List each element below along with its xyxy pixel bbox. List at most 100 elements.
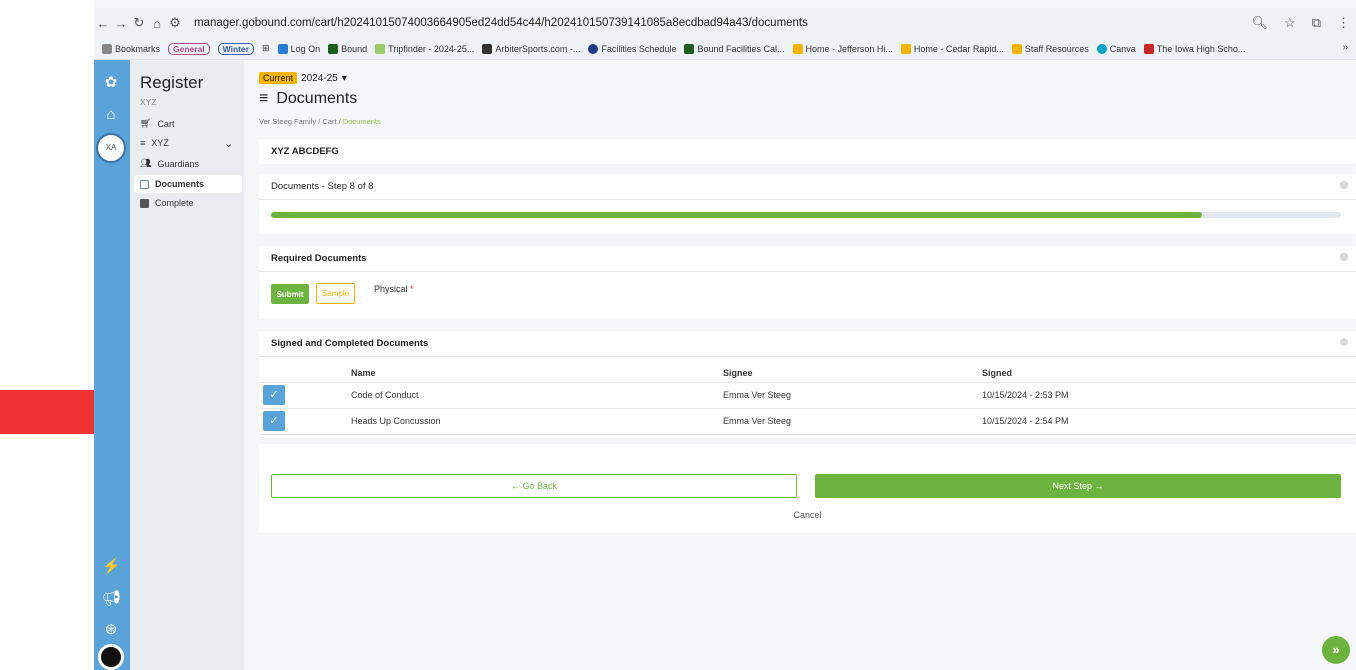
- cart-icon: 🛒︎: [140, 118, 152, 128]
- folder-icon: [102, 43, 112, 54]
- cancel-link[interactable]: Cancel: [259, 510, 1356, 520]
- document-name: Heads Up Concussion: [351, 408, 723, 435]
- bookmark-bound-facilities[interactable]: Bound Facilities Cal...: [684, 43, 785, 54]
- bookmarks-bar: Bookmarks General Winter ⊞ Log On Bound …: [94, 38, 1356, 60]
- sidebar-item-cart[interactable]: 🛒︎ Cart: [140, 118, 174, 129]
- participant-card: XYZ ABCDEFG: [259, 139, 1356, 164]
- sidebar-item-guardians[interactable]: 👥︎ Guardians: [140, 158, 199, 169]
- breadcrumb-cart[interactable]: Cart: [322, 117, 336, 126]
- next-step-button[interactable]: Next Step →: [815, 474, 1341, 498]
- go-back-button[interactable]: ← Go Back: [271, 474, 797, 498]
- document-signed-date: 10/15/2024 - 2:53 PM: [982, 382, 1356, 409]
- lightning-icon[interactable]: ⚡: [102, 558, 121, 576]
- signed-documents-title: Signed and Completed Documents: [259, 331, 1356, 357]
- logo-icon[interactable]: ✿: [102, 74, 120, 92]
- chat-launcher-icon[interactable]: »: [1322, 636, 1350, 664]
- column-name: Name: [351, 358, 723, 383]
- zoom-icon[interactable]: 🔍︎: [1252, 15, 1269, 31]
- forward-arrow-icon[interactable]: →: [112, 16, 130, 31]
- url-field[interactable]: manager.gobound.com/cart/h20241015074003…: [194, 17, 808, 29]
- sidebar-item-documents[interactable]: Documents: [134, 175, 242, 193]
- bookmark-tripfinder[interactable]: Tripfinder - 2024-25...: [375, 43, 474, 54]
- site-info-icon[interactable]: ⚙: [166, 15, 184, 31]
- bookmark-icon: [375, 43, 386, 54]
- star-icon: [900, 43, 911, 54]
- list-icon: ≡: [140, 138, 146, 148]
- main-content: Current 2024-25 ▾ ≡ Documents Ver Steeg …: [244, 60, 1356, 670]
- document-signed-date: 10/15/2024 - 2:54 PM: [982, 408, 1356, 435]
- bookmark-log-on[interactable]: Log On: [277, 43, 320, 54]
- bookmark-bound[interactable]: Bound: [328, 43, 367, 54]
- navigation-card: ← Go Back Next Step → Cancel: [259, 444, 1356, 533]
- sidebar-subtitle: XYZ: [140, 97, 157, 107]
- bound-logo-icon: [328, 43, 339, 54]
- document-icon: [140, 179, 149, 189]
- bookmark-canva[interactable]: Canva: [1096, 43, 1136, 54]
- bookmark-iowa[interactable]: The Iowa High Scho...: [1143, 43, 1245, 54]
- extensions-icon[interactable]: ⧉: [1312, 15, 1321, 31]
- bookmark-icon: [588, 43, 599, 54]
- check-icon[interactable]: ✓: [263, 385, 285, 405]
- required-documents-title: Required Documents: [259, 246, 1356, 272]
- breadcrumb-documents: Documents: [342, 117, 381, 126]
- bookmark-facilities[interactable]: Facilities Schedule: [588, 43, 676, 54]
- status-dot-icon: [1340, 253, 1348, 261]
- breadcrumb: Ver Steeg Family / Cart / Documents: [259, 117, 381, 126]
- bookmark-staff-resources[interactable]: Staff Resources: [1011, 43, 1089, 54]
- sidebar-title: Register: [140, 73, 204, 92]
- breadcrumb-family[interactable]: Ver Steeg Family: [259, 117, 316, 126]
- column-signee: Signee: [723, 358, 982, 383]
- menu-lines-icon[interactable]: ≡: [259, 90, 268, 108]
- bookmark-jefferson[interactable]: Home - Jefferson Hi...: [792, 43, 893, 54]
- back-arrow-icon[interactable]: ←: [94, 16, 112, 31]
- bookmark-icon: [277, 43, 288, 54]
- home-icon[interactable]: ⌂: [102, 106, 120, 124]
- menu-icon[interactable]: ⋮: [1337, 15, 1350, 31]
- step-label: Documents - Step 8 of 8: [259, 174, 1356, 200]
- progress-fill: [271, 212, 1202, 218]
- caret-down-icon: ▾: [341, 72, 347, 84]
- megaphone-icon[interactable]: 📢︎: [102, 590, 121, 608]
- signed-documents-table: Name Signee Signed ✓ Code of Conduct Emm…: [259, 358, 1356, 435]
- sidebar-item-xyz[interactable]: ≡ XYZ: [140, 138, 169, 148]
- season-label: 2024-25: [301, 72, 338, 84]
- page-title: ≡ Documents: [259, 90, 358, 108]
- document-signee: Emma Ver Steeg: [723, 382, 982, 409]
- bookmark-folder[interactable]: Bookmarks: [102, 43, 160, 54]
- document-name: Code of Conduct: [351, 382, 723, 409]
- more-bookmarks-icon[interactable]: »: [1342, 42, 1348, 53]
- help-icon[interactable]: ⊛: [102, 621, 120, 639]
- bookmark-icon: [1143, 43, 1154, 54]
- chevron-down-icon[interactable]: ⌄: [224, 137, 233, 150]
- status-dot-icon: [1340, 338, 1348, 346]
- submit-button[interactable]: Submit: [271, 284, 309, 304]
- check-icon[interactable]: ✓: [263, 411, 285, 431]
- progress-bar: [271, 212, 1341, 218]
- star-icon[interactable]: ☆: [1284, 15, 1296, 31]
- season-selector[interactable]: Current 2024-25 ▾: [259, 72, 347, 84]
- table-header-row: Name Signee Signed: [259, 358, 1356, 383]
- status-dot-icon: [1340, 181, 1348, 189]
- apps-grid-icon[interactable]: ⊞: [262, 43, 270, 54]
- sidebar-item-complete[interactable]: Complete: [140, 198, 194, 208]
- home-icon[interactable]: ⌂: [148, 16, 166, 31]
- bookmark-cedar-rapids[interactable]: Home - Cedar Rapid...: [900, 43, 1004, 54]
- user-avatar[interactable]: [98, 644, 124, 670]
- complete-icon: [140, 198, 149, 208]
- reload-icon[interactable]: ↻: [130, 15, 148, 31]
- canva-logo-icon: [1096, 43, 1107, 54]
- bookmark-arbiter[interactable]: ArbiterSports.com -...: [482, 43, 580, 54]
- column-signed: Signed: [982, 358, 1356, 383]
- bookmark-general[interactable]: General: [168, 42, 210, 55]
- season-badge: Current: [259, 72, 298, 84]
- guardians-icon: 👥︎: [140, 158, 152, 168]
- bookmark-winter[interactable]: Winter: [217, 42, 255, 55]
- star-icon: [1011, 43, 1022, 54]
- register-sidebar: Register XYZ 🛒︎ Cart ≡ XYZ ⌄ 👥︎ Guardians D…: [130, 60, 244, 670]
- browser-toolbar: ← → ↻ ⌂ ⚙ manager.gobound.com/cart/h2024…: [94, 8, 1356, 38]
- physical-document: Physical *: [374, 284, 414, 294]
- avatar[interactable]: XA: [96, 133, 126, 163]
- bound-logo-icon: [684, 43, 695, 54]
- sample-button[interactable]: Sample: [316, 283, 355, 304]
- star-icon: [792, 43, 803, 54]
